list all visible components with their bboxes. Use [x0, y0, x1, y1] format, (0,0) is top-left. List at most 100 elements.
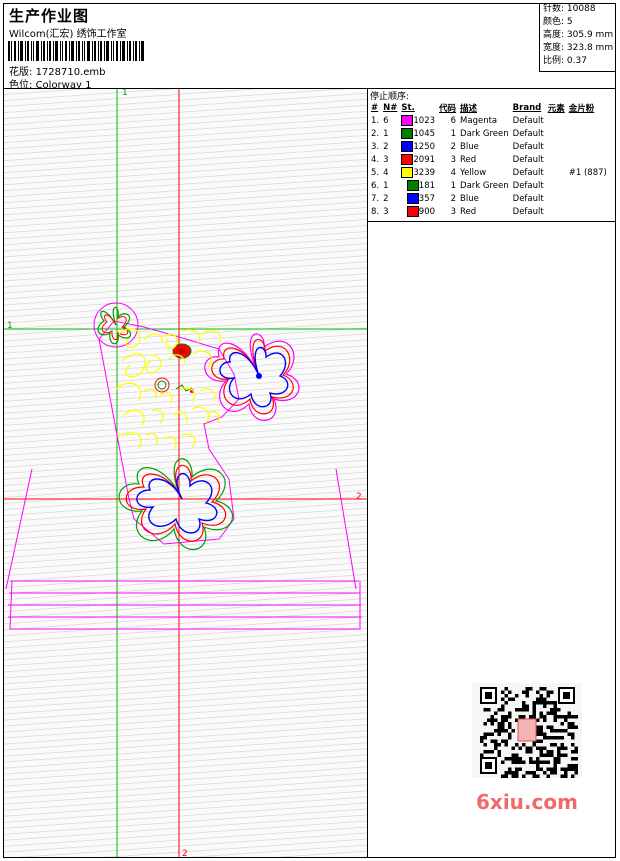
row-code: 6 [450, 115, 457, 126]
colors-value: 5 [566, 17, 573, 27]
row-needle: 3 [383, 154, 389, 165]
row-stitches: 1250 [399, 140, 437, 153]
col-stitches: St. [401, 102, 415, 113]
col-element: 元素 [547, 103, 565, 114]
row-sequin [567, 192, 609, 205]
row-brand: Default [512, 154, 544, 165]
stitch-count: 3239 [413, 168, 436, 178]
color-swatch [401, 154, 414, 165]
stat-stitches: 针数: 10088 [543, 4, 596, 14]
color-swatch [406, 193, 419, 204]
row-index: 6. [371, 180, 380, 191]
row-sequin [567, 179, 609, 192]
row-element [546, 205, 567, 218]
col-needle: N# [383, 102, 398, 113]
row-needle: 4 [383, 167, 389, 178]
page-title: 生产作业图 [9, 7, 90, 25]
small-flower [93, 302, 139, 348]
stat-scale: 比例: 0.37 [543, 56, 587, 66]
row-brand: Default [512, 193, 544, 204]
row-element [546, 140, 567, 153]
header: 生产作业图 Wilcom(汇宏) 绣饰工作室 花版: 1728710.emb 色… [3, 3, 616, 91]
row-description: Blue [460, 141, 479, 152]
width-value: 323.8 mm [566, 43, 614, 53]
row-code: 1 [450, 180, 457, 191]
row-index: 4. [371, 154, 380, 165]
qr-code [472, 683, 582, 778]
stat-colors: 颜色: 5 [543, 17, 573, 27]
row-stitches: 1045 [399, 127, 437, 140]
row-brand: Default [512, 206, 544, 217]
color-swatch [406, 206, 419, 217]
row-index: 7. [371, 193, 380, 204]
row-description: Dark Green [460, 180, 509, 191]
row-brand: Default [512, 128, 544, 139]
row-code: 1 [450, 128, 457, 139]
col-code: 代码 [439, 103, 457, 114]
row-code: 3 [450, 154, 457, 165]
row-stitches: 3239 [399, 166, 437, 179]
table-row: 3. 2 1250 2 Blue Default [369, 140, 609, 153]
row-stitches: 357 [399, 192, 437, 205]
color-swatch [406, 180, 419, 191]
row-sequin: #1 (887) [568, 167, 607, 178]
row-element [546, 179, 567, 192]
row-index: 8. [371, 206, 380, 217]
row-needle: 2 [383, 193, 389, 204]
row-element [546, 127, 567, 140]
table-row: 1. 6 1023 6 Magenta Default [369, 114, 609, 127]
row-code: 2 [450, 141, 457, 152]
row-index: 3. [371, 141, 380, 152]
row-index: 1. [371, 115, 380, 126]
table-row: 6. 1 181 1 Dark Green Default [369, 179, 609, 192]
embroidery-canvas: 1 1 2 2 [4, 89, 367, 857]
large-flower-top [204, 333, 300, 421]
barcode [8, 41, 144, 61]
table-row: 2. 1 1045 1 Dark Green Default [369, 127, 609, 140]
col-sequin: 金片粉 [568, 103, 595, 114]
stitch-count: 2091 [413, 155, 436, 165]
row-description: Red [460, 206, 477, 217]
tiny-flower-cluster [154, 377, 194, 393]
row-description: Yellow [460, 167, 487, 178]
row-brand: Default [512, 180, 544, 191]
row-stitches: 900 [399, 205, 437, 218]
row-element [546, 166, 567, 179]
row-index: 5. [371, 167, 380, 178]
guide-label-red-bottom: 2 [182, 849, 188, 857]
guide-label-red-right: 2 [356, 492, 362, 502]
row-sequin [567, 127, 609, 140]
row-needle: 2 [383, 141, 389, 152]
stop-sequence-table: # N# St. 代码 描述 Brand 元素 金片粉 1. 6 1023 6 Mage… [369, 101, 609, 218]
col-index: # [371, 102, 379, 113]
row-brand: Default [512, 141, 544, 152]
stitch-count: 1045 [413, 129, 436, 139]
height-value: 305.9 mm [566, 30, 614, 40]
stitch-count: 1250 [413, 142, 436, 152]
stitch-count: 357 [418, 194, 436, 204]
color-swatch [401, 115, 414, 126]
row-stitches: 1023 [399, 114, 437, 127]
row-sequin [567, 205, 609, 218]
design-preview: 1 1 2 2 [4, 89, 368, 857]
color-swatch [401, 141, 414, 152]
row-needle: 1 [383, 180, 389, 191]
row-stitches: 2091 [399, 153, 437, 166]
stat-height: 高度: 305.9 mm [543, 30, 614, 40]
large-flower-bottom [118, 458, 234, 550]
table-header-row: # N# St. 代码 描述 Brand 元素 金片粉 [369, 101, 609, 114]
stitches-value: 10088 [566, 4, 596, 14]
row-code: 2 [450, 193, 457, 204]
row-description: Dark Green [460, 128, 509, 139]
guide-label-green-left: 1 [7, 321, 13, 331]
table-row: 4. 3 2091 3 Red Default [369, 153, 609, 166]
row-element [546, 192, 567, 205]
table-row: 7. 2 357 2 Blue Default [369, 192, 609, 205]
row-element [546, 114, 567, 127]
row-description: Magenta [460, 115, 498, 126]
table-row: 8. 3 900 3 Red Default [369, 205, 609, 218]
stop-sequence-panel: 停止顺序: # N# St. 代码 描述 Brand 元素 金片粉 1. 6 102… [368, 89, 616, 222]
company-name: Wilcom(汇宏) 绣饰工作室 [9, 29, 127, 40]
row-sequin [567, 140, 609, 153]
col-brand: Brand [512, 102, 542, 113]
